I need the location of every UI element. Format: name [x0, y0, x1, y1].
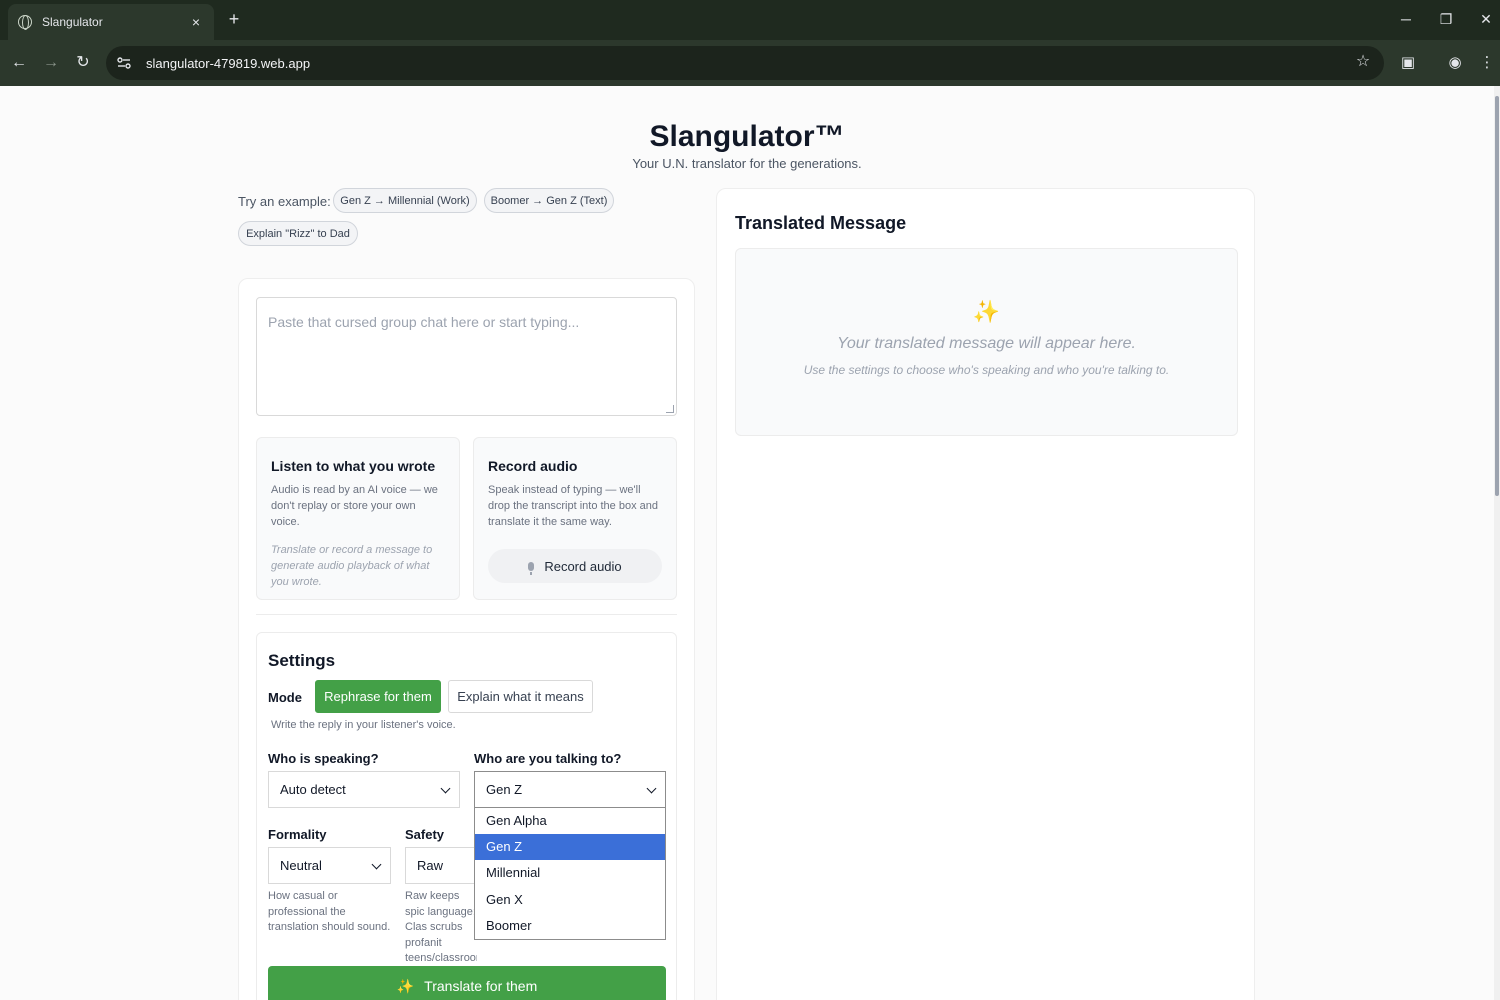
- mode-help-text: Write the reply in your listener's voice…: [271, 719, 456, 731]
- back-icon[interactable]: ←: [8, 52, 30, 74]
- listener-option-gen-alpha[interactable]: Gen Alpha: [475, 808, 665, 834]
- formality-label: Formality: [268, 827, 327, 842]
- sparkles-icon: ✨: [396, 977, 415, 994]
- translate-button[interactable]: ✨ Translate for them: [268, 966, 666, 1000]
- browser-menu-icon[interactable]: ⋮: [1476, 52, 1498, 74]
- mode-explain-button[interactable]: Explain what it means: [448, 680, 593, 713]
- mode-rephrase-button[interactable]: Rephrase for them: [315, 680, 441, 713]
- listener-select-value: Gen Z: [486, 782, 523, 797]
- restore-icon[interactable]: ❐: [1434, 8, 1458, 30]
- listen-panel-description: Audio is read by an AI voice — we don't …: [271, 484, 438, 528]
- chevron-down-icon: [646, 783, 657, 794]
- listener-option-gen-z[interactable]: Gen Z: [475, 834, 665, 861]
- speaker-select-value: Auto detect: [280, 782, 346, 797]
- message-placeholder: Paste that cursed group chat here or sta…: [268, 314, 580, 330]
- empty-state-headline: Your translated message will appear here…: [837, 335, 1136, 352]
- output-empty-state: ✨ Your translated message will appear he…: [735, 248, 1238, 436]
- reload-icon[interactable]: ↻: [72, 52, 94, 74]
- record-audio-button[interactable]: Record audio: [488, 549, 662, 583]
- microphone-icon: [528, 561, 535, 575]
- app-subtitle: Your U.N. translator for the generations…: [632, 156, 862, 171]
- listen-panel-title: Listen to what you wrote: [271, 458, 436, 474]
- sparkles-icon: ✨: [972, 299, 1001, 324]
- example-chip-explain-rizz[interactable]: Explain "Rizz" to Dad: [238, 221, 358, 246]
- minimize-icon[interactable]: ─: [1394, 8, 1418, 30]
- safety-help-text: Raw keeps spic language; Clas scrubs pro…: [405, 890, 477, 964]
- safety-label: Safety: [405, 827, 445, 842]
- listener-label: Who are you talking to?: [474, 751, 622, 766]
- record-audio-label: Record audio: [544, 558, 622, 574]
- record-panel: Record audio Speak instead of typing — w…: [473, 437, 677, 600]
- listener-option-boomer[interactable]: Boomer: [475, 913, 665, 939]
- formality-select[interactable]: Neutral: [268, 847, 391, 884]
- speaker-label: Who is speaking?: [268, 751, 379, 766]
- listener-option-millennial[interactable]: Millennial: [475, 860, 665, 886]
- tab-close-icon[interactable]: ×: [188, 14, 204, 30]
- profile-icon[interactable]: ◉: [1444, 52, 1466, 74]
- mode-label: Mode: [268, 690, 302, 705]
- speaker-select[interactable]: Auto detect: [268, 771, 460, 808]
- tab-title: Slangulator: [42, 15, 103, 29]
- scrollbar-thumb[interactable]: [1495, 96, 1499, 496]
- record-panel-description: Speak instead of typing — we'll drop the…: [488, 484, 658, 528]
- url-text: slangulator-479819.web.app: [146, 55, 311, 71]
- output-title: Translated Message: [735, 213, 907, 233]
- record-panel-title: Record audio: [488, 458, 578, 474]
- message-input[interactable]: Paste that cursed group chat here or sta…: [256, 297, 677, 416]
- chevron-down-icon: [371, 859, 382, 870]
- translate-button-label: Translate for them: [424, 978, 538, 994]
- page-scrollbar[interactable]: [1494, 86, 1500, 1000]
- example-chip-boomer-genz[interactable]: Boomer → Gen Z (Text): [484, 188, 614, 213]
- examples-label: Try an example:: [238, 194, 331, 209]
- listen-panel: Listen to what you wrote Audio is read b…: [256, 437, 460, 600]
- formality-select-value: Neutral: [280, 858, 322, 873]
- example-chip-genz-millennial[interactable]: Gen Z → Millennial (Work): [333, 188, 477, 213]
- site-info-icon[interactable]: [116, 55, 132, 71]
- side-panel-icon[interactable]: ▣: [1397, 52, 1419, 74]
- resize-handle[interactable]: [666, 405, 674, 413]
- formality-help-text: How casual or professional the translati…: [268, 890, 391, 933]
- settings-title: Settings: [268, 651, 336, 670]
- browser-toolbar: ← → ↻ slangulator-479819.web.app ☆ ▣ ◉ ⋮: [0, 40, 1500, 86]
- listener-select[interactable]: Gen Z: [474, 771, 666, 808]
- chevron-down-icon: [440, 783, 451, 794]
- forward-icon[interactable]: →: [40, 52, 62, 74]
- globe-icon: [18, 15, 32, 30]
- page-content: Slangulator™ Your U.N. translator for th…: [0, 86, 1494, 1000]
- new-tab-button[interactable]: +: [224, 8, 244, 30]
- listener-dropdown-list[interactable]: Gen Alpha Gen Z Millennial Gen X Boomer: [474, 807, 666, 940]
- browser-tab-strip: Slangulator × + ─ ❐ ✕: [0, 0, 1500, 40]
- address-bar[interactable]: slangulator-479819.web.app ☆: [106, 46, 1384, 80]
- listener-option-gen-x[interactable]: Gen X: [475, 887, 665, 913]
- window-close-icon[interactable]: ✕: [1474, 8, 1498, 30]
- listen-panel-hint: Translate or record a message to generat…: [271, 544, 433, 588]
- section-divider: [256, 614, 677, 615]
- empty-state-subline: Use the settings to choose who's speakin…: [803, 363, 1170, 377]
- bookmark-star-icon[interactable]: ☆: [1354, 53, 1372, 71]
- output-card: Translated Message ✨ Your translated mes…: [716, 188, 1255, 1000]
- app-title: Slangulator™: [649, 120, 845, 153]
- browser-tab[interactable]: Slangulator ×: [8, 4, 214, 40]
- safety-select-value: Raw: [417, 858, 444, 873]
